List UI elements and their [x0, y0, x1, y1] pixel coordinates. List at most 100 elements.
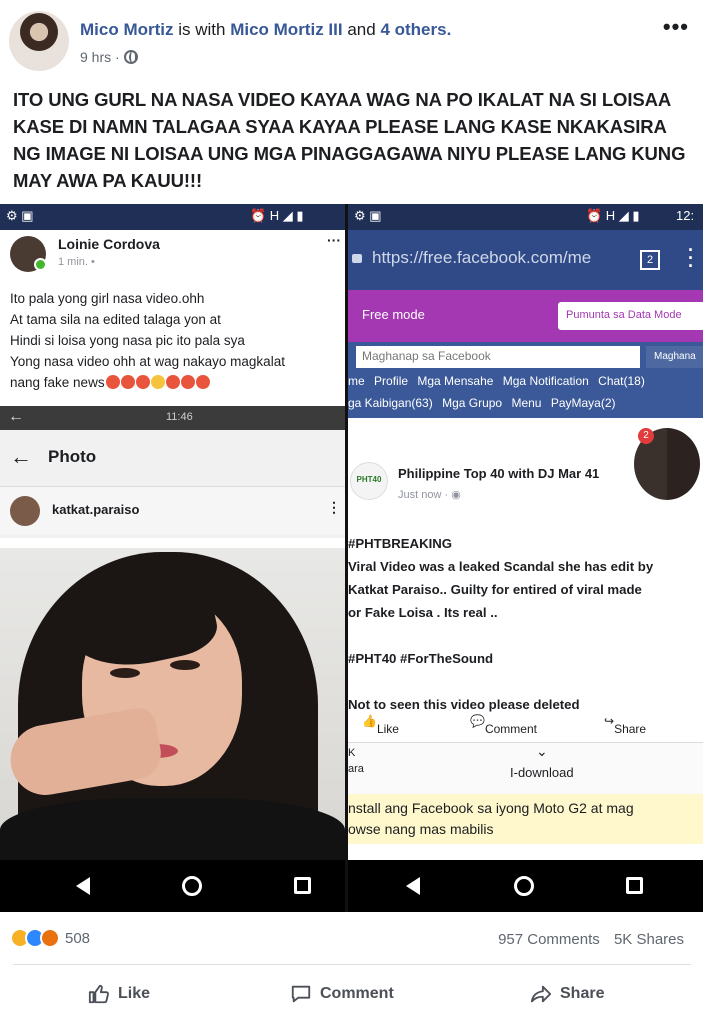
insta-user-avatar	[10, 496, 40, 526]
nav-back-icon	[76, 877, 90, 895]
signal-icons: ⏰ H ◢ ▮	[586, 208, 640, 223]
text-line-emoji: nang fake news	[10, 372, 345, 393]
comment-button[interactable]: Comment	[290, 983, 394, 1005]
and-text: and	[347, 20, 376, 39]
fb-link: Mga Mensahe	[417, 374, 494, 388]
text-line: Hindi si loisa yong nasa pic ito pala sy…	[10, 333, 245, 348]
install-line: owse nang mas mabilis	[348, 821, 494, 837]
fb-link: Profile	[374, 374, 409, 388]
fb-link: Chat(18)	[598, 374, 645, 388]
text-line: nang fake news	[10, 375, 105, 390]
body-line	[348, 624, 703, 647]
share-button[interactable]: Share	[530, 983, 604, 1005]
others-link[interactable]: 4 others.	[380, 20, 451, 39]
comment-action: 💬 Comment	[470, 714, 537, 736]
with-text: is with	[178, 20, 226, 39]
back-arrow-icon: ←	[8, 408, 24, 425]
angry-emoji-icon	[135, 375, 150, 389]
post-meta: 9 hrs ·	[80, 49, 138, 65]
globe-icon[interactable]	[123, 50, 138, 64]
pht40-post: 2 PHT40 Philippine Top 40 with DJ Mar 41…	[348, 424, 703, 742]
fb-link: ga Kaibigan(63)	[348, 396, 433, 410]
post-author-line: Mico Mortiz is with Mico Mortiz III and …	[80, 20, 451, 40]
right-screenshot[interactable]: ⚙ ▣ ⏰ H ◢ ▮ 12: https://free.facebook.co…	[348, 204, 703, 912]
shares-count[interactable]: 5K Shares	[614, 931, 684, 948]
fb-link: Mga Notification	[502, 374, 589, 388]
page-time-text: Just now ·	[398, 489, 449, 501]
fb-nav: Maghanap sa Facebook Maghana me Profile …	[348, 342, 703, 418]
page-name: Philippine Top 40 with DJ Mar 41	[398, 466, 600, 481]
data-mode-button: Pumunta sa Data Mode	[558, 302, 703, 330]
insta-time: 11:46	[166, 411, 193, 423]
body-line	[348, 670, 703, 693]
android-nav-bar	[0, 860, 345, 912]
comment-bubble-icon	[291, 985, 311, 1003]
share-label: Share	[560, 985, 605, 1002]
text-line: Ito pala yong girl nasa video.ohh	[10, 291, 205, 306]
comments-count[interactable]: 957 Comments	[498, 931, 600, 948]
loinie-avatar	[10, 236, 47, 272]
fb-links-row: ga Kaibigan(63) Mga Grupo Menu PayMaya(2…	[348, 396, 622, 410]
fb-link: Menu	[511, 396, 542, 410]
shared-post: Loinie Cordova 1 min. • ··· Ito pala yon…	[0, 230, 345, 406]
angry-emoji-icon	[180, 375, 195, 389]
reaction-count[interactable]: 508	[65, 930, 90, 947]
angry-emoji-icon	[195, 375, 210, 389]
angry-emoji-icon	[105, 375, 120, 389]
globe-icon: ◉	[451, 489, 461, 501]
body-line: or Fake Loisa . Its real ..	[348, 605, 498, 620]
back-arrow-icon: ←	[10, 444, 32, 469]
status-time: 12:	[676, 208, 695, 223]
menu-dots-icon: ⋮	[327, 499, 341, 515]
post-time[interactable]: 9 hrs ·	[80, 49, 120, 65]
laugh-emoji-icon	[150, 375, 165, 389]
loinie-name: Loinie Cordova	[58, 236, 160, 252]
like-button[interactable]: Like	[88, 983, 150, 1005]
tagged-name-link[interactable]: Mico Mortiz III	[230, 20, 342, 39]
insta-status-bar: ← 11:46	[0, 406, 345, 430]
nav-home-icon	[514, 876, 534, 896]
angry-emoji-icon	[165, 375, 180, 389]
browser-menu-icon: · · ·	[688, 240, 694, 276]
signal-icons: ⏰ H ◢ ▮	[250, 208, 304, 223]
fb-link: Mga Grupo	[442, 396, 503, 410]
photo-title: Photo	[48, 447, 97, 466]
reactions-summary[interactable]: 508	[10, 928, 90, 948]
author-avatar[interactable]	[9, 11, 69, 71]
nav-home-icon	[182, 876, 202, 896]
insta-username: katkat.paraiso	[52, 502, 140, 517]
text-line: At tama sila na edited talaga yon at	[10, 312, 221, 327]
chat-badge: 2	[638, 428, 654, 444]
left-screenshot[interactable]: ⚙ ▣ ⏰ H ◢ ▮ Loinie Cordova 1 min. • ··· …	[0, 204, 345, 912]
install-line: nstall ang Facebook sa iyong Moto G2 at …	[348, 800, 634, 816]
page-time: Just now · ◉	[398, 488, 461, 501]
fb-links-row: me Profile Mga Mensahe Mga Notification …	[348, 374, 651, 388]
body-line: Viral Video was a leaked Scandal she has…	[348, 559, 654, 574]
more-options-icon[interactable]: •••	[663, 14, 689, 40]
fb-search-box: Maghanap sa Facebook	[356, 346, 640, 368]
notification-icon: ⚙ ▣	[6, 208, 34, 223]
angry-reaction-icon	[40, 928, 60, 948]
photo-header: ← Photo	[10, 444, 96, 470]
nav-back-icon	[406, 877, 420, 895]
dl-left-2: ara	[348, 763, 364, 775]
fb-link: PayMaya(2)	[550, 396, 616, 410]
insta-user-row: katkat.paraiso ⋮	[0, 486, 345, 534]
loinie-time: 1 min. •	[58, 256, 95, 268]
angry-emoji-icon	[120, 375, 135, 389]
download-row: K ara ⌄ I-download	[348, 742, 703, 794]
author-name-link[interactable]: Mico Mortiz	[80, 20, 174, 39]
body-line: #PHT40 #ForTheSound	[348, 651, 494, 666]
fb-search-button: Maghana	[646, 346, 703, 368]
like-label: Like	[118, 985, 151, 1002]
like-action: 👍 Like	[362, 714, 399, 736]
share-arrow-icon	[530, 985, 552, 1003]
thumbs-up-icon	[88, 984, 109, 1004]
tabs-icon: 2	[640, 250, 660, 270]
engagement-counts: 957 Comments 5K Shares	[488, 931, 684, 948]
browser-url-bar: https://free.facebook.com/me 2 · · ·	[348, 230, 703, 290]
download-label: I-download	[510, 765, 574, 780]
girl-photo	[0, 548, 345, 860]
loinie-text: Ito pala yong girl nasa video.ohh At tam…	[10, 288, 345, 393]
dl-left-1: K	[348, 747, 356, 759]
